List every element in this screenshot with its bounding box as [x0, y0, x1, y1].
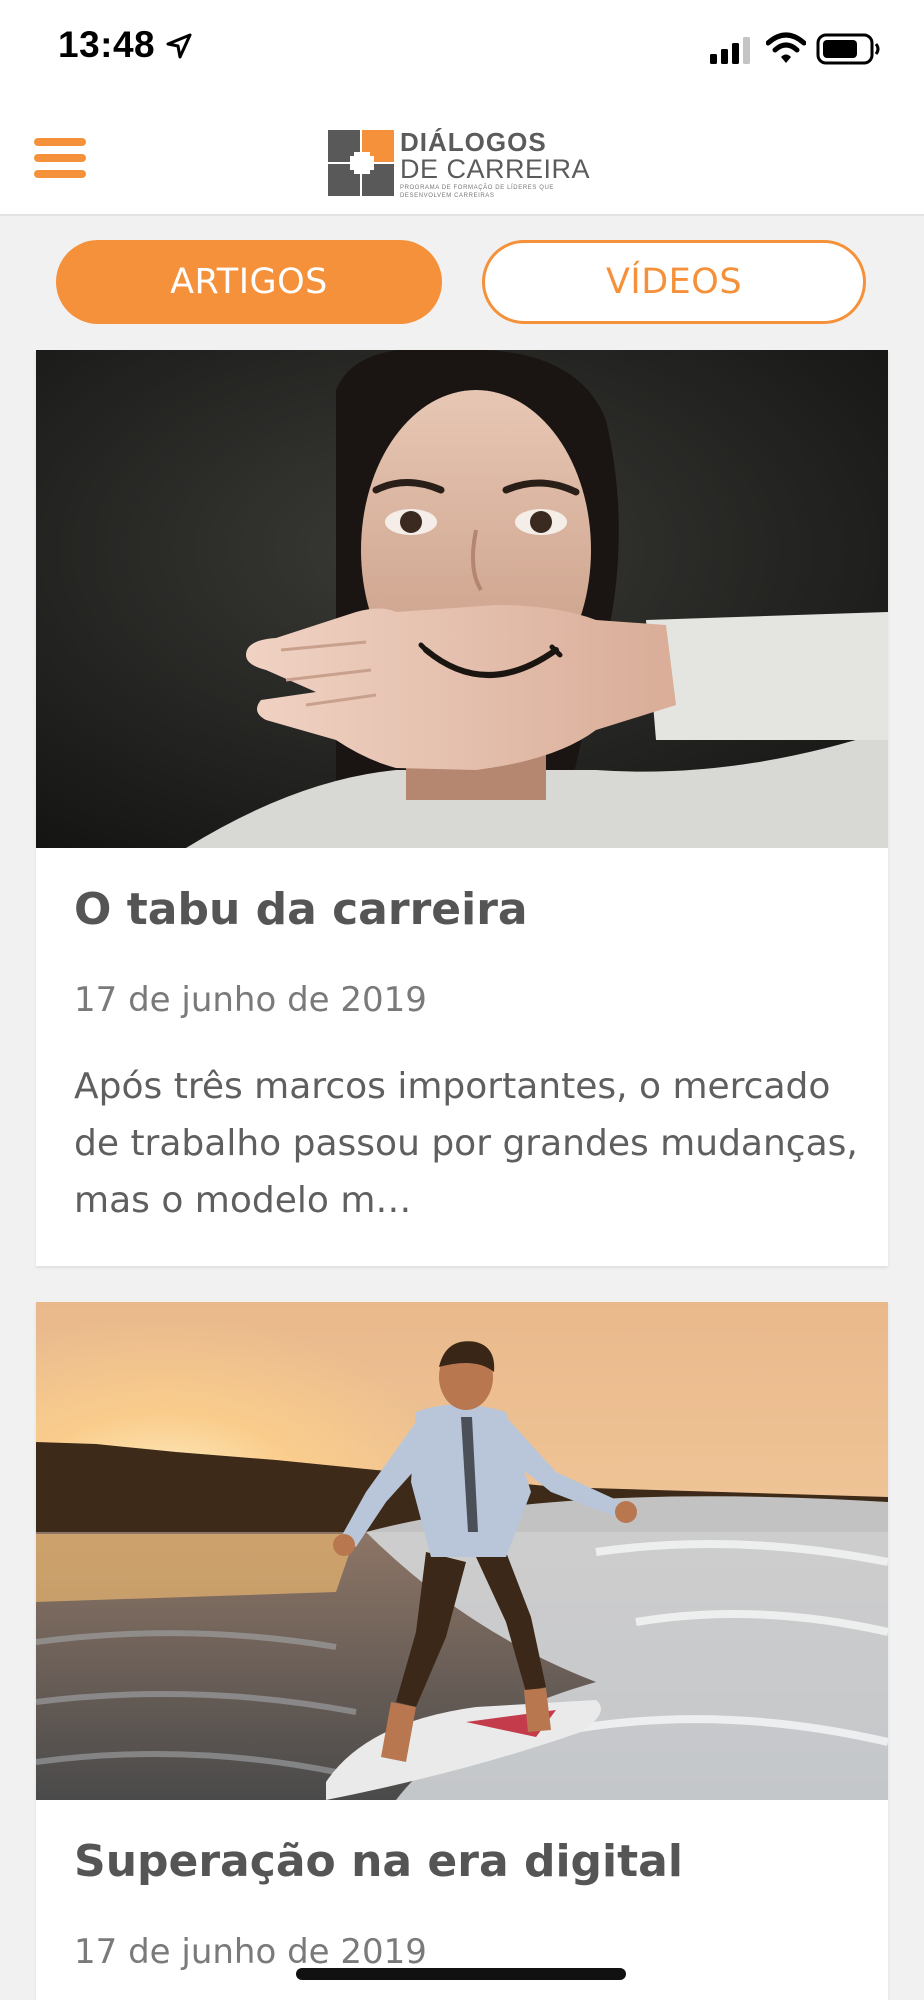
- home-indicator[interactable]: [296, 1968, 626, 1980]
- logo-tagline: PROGRAMA DE FORMAÇÃO DE LÍDERES QUE DESE…: [400, 185, 555, 199]
- battery-icon: [816, 33, 880, 65]
- status-bar: 13:48: [0, 0, 924, 100]
- app-screen: 13:48 DIÁLOGOS DE CARREIRA PROGRAMA DE F…: [0, 0, 924, 2000]
- article-title[interactable]: O tabu da carreira: [74, 884, 528, 935]
- wifi-icon: [766, 32, 806, 63]
- article-title[interactable]: Superação na era digital: [74, 1836, 683, 1887]
- app-header: DIÁLOGOS DE CARREIRA PROGRAMA DE FORMAÇÃ…: [0, 100, 924, 216]
- logo-mark-icon: [328, 130, 394, 196]
- article-excerpt: Após três marcos importantes, o mercado …: [74, 1066, 858, 1221]
- article-date: 17 de junho de 2019: [74, 980, 427, 1020]
- menu-bar: [34, 154, 86, 162]
- logo-title: DIÁLOGOS: [400, 127, 547, 157]
- app-logo: DIÁLOGOS DE CARREIRA PROGRAMA DE FORMAÇÃ…: [328, 128, 598, 200]
- hamburger-menu-icon[interactable]: [34, 138, 88, 184]
- article-card[interactable]: Superação na era digital 17 de junho de …: [36, 1302, 888, 2000]
- article-image-woman-smile-hand[interactable]: [36, 350, 888, 848]
- status-time: 13:48: [58, 24, 156, 65]
- logo-subtitle: DE CARREIRA: [400, 154, 591, 184]
- tab-artigos[interactable]: ARTIGOS: [56, 240, 442, 324]
- menu-bar: [34, 170, 86, 178]
- article-image-surfer-sunset[interactable]: [36, 1302, 888, 1800]
- menu-bar: [34, 138, 86, 146]
- article-card[interactable]: O tabu da carreira 17 de junho de 2019 A…: [36, 350, 888, 1266]
- article-date: 17 de junho de 2019: [74, 1932, 427, 1972]
- cellular-signal-icon: [710, 37, 750, 64]
- tab-videos[interactable]: VÍDEOS: [482, 240, 866, 324]
- location-arrow-icon: [166, 33, 192, 59]
